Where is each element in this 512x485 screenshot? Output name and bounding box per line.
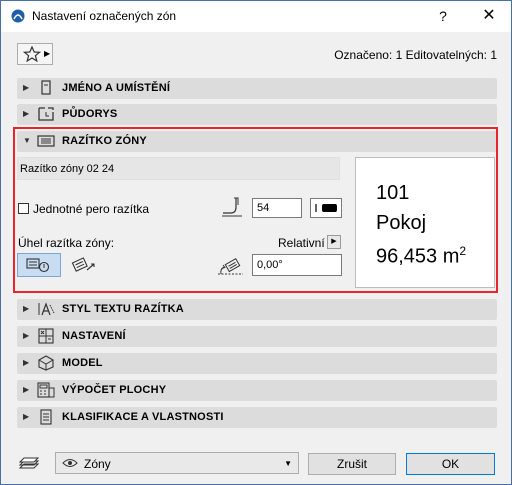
section-label: PŮDORYS	[62, 108, 118, 120]
chevron-down-icon: ▼	[284, 459, 292, 468]
pen-number-field[interactable]: 54	[252, 198, 302, 218]
cancel-button[interactable]: Zrušit	[308, 453, 396, 475]
stamp-rotated-icon	[71, 257, 95, 272]
layer-select[interactable]: Zóny ▼	[55, 452, 299, 474]
preview-area-value: 96,453 m	[376, 245, 460, 268]
section-settings[interactable]: ▶ NASTAVENÍ	[17, 326, 497, 347]
chevron-right-icon: ▶	[23, 412, 30, 421]
eye-icon	[62, 459, 78, 467]
section-model[interactable]: ▶ MODEL	[17, 353, 497, 374]
preview-area-unit-exponent: 2	[459, 244, 467, 258]
chevron-right-icon: ▶	[23, 358, 30, 367]
preview-zone-number: 101	[376, 182, 410, 204]
floorplan-icon	[38, 107, 54, 121]
area-calc-icon	[37, 382, 55, 398]
chevron-right-icon: ▶	[331, 238, 337, 245]
relative-dropdown-button[interactable]: ▶	[327, 235, 341, 249]
preview-zone-area: 96,453 m2	[376, 244, 466, 269]
section-classification[interactable]: ▶ KLASIFIKACE A VLASTNOSTI	[17, 407, 497, 428]
help-button[interactable]: ?	[433, 6, 453, 26]
stamp-angle-label: Úhel razítka zóny:	[18, 236, 115, 250]
section-floorplan[interactable]: ▶ PŮDORYS	[17, 104, 497, 125]
favorites-button[interactable]: ▶	[17, 43, 53, 65]
model-icon	[38, 355, 54, 371]
chevron-right-icon: ▶	[23, 83, 30, 92]
relative-label: Relativní	[278, 236, 325, 250]
app-logo-icon	[11, 9, 25, 23]
chevron-right-icon: ▶	[23, 304, 30, 313]
section-label: VÝPOČET PLOCHY	[62, 384, 167, 396]
marked-status: Označeno: 1 Editovatelných: 1	[334, 48, 497, 62]
section-text-style[interactable]: ▶ STYL TEXTU RAZÍTKA	[17, 299, 497, 320]
preview-zone-name: Pokoj	[376, 212, 427, 234]
angle-value-field[interactable]: 0,00°	[252, 254, 342, 276]
pen-icon	[222, 197, 242, 217]
chevron-right-icon: ▶	[23, 109, 30, 118]
angle-value: 0,00°	[257, 259, 283, 271]
classification-icon	[40, 409, 52, 425]
section-label: STYL TEXTU RAZÍTKA	[62, 303, 184, 315]
dialog-window: Nastavení označených zón ? ✕ ▶ Označeno:…	[0, 0, 512, 485]
uniform-pen-checkbox[interactable]	[18, 203, 29, 214]
name-position-icon	[41, 80, 51, 95]
layers-icon	[18, 457, 40, 469]
text-style-icon	[38, 302, 55, 316]
stamp-name-value: Razítko zóny 02 24	[20, 163, 115, 175]
angle-fixed-button[interactable]	[17, 253, 61, 277]
star-icon	[23, 46, 41, 62]
angle-rotate-button[interactable]	[67, 253, 101, 277]
stamp-name-field[interactable]: Razítko zóny 02 24	[17, 157, 340, 180]
section-label: MODEL	[62, 357, 103, 369]
chevron-right-icon: ▶	[23, 331, 30, 340]
settings-icon	[38, 328, 54, 344]
section-area-calculation[interactable]: ▶ VÝPOČET PLOCHY	[17, 380, 497, 401]
angle-icon	[218, 257, 243, 275]
ok-button[interactable]: OK	[406, 453, 495, 475]
stamp-preview: 101 Pokoj 96,453 m2	[355, 157, 495, 288]
uniform-pen-label: Jednotné pero razítka	[33, 202, 150, 216]
section-name-position[interactable]: ▶ JMÉNO A UMÍSTĚNÍ	[17, 78, 497, 99]
stamp-horizontal-icon	[26, 258, 50, 273]
close-button[interactable]: ✕	[479, 6, 499, 26]
dialog-title: Nastavení označených zón	[32, 9, 177, 23]
chevron-right-icon: ▶	[44, 49, 51, 58]
pen-number-value: 54	[257, 202, 270, 214]
section-label: JMÉNO A UMÍSTĚNÍ	[62, 82, 171, 94]
pen-swatch-icon	[315, 204, 337, 212]
layer-value: Zóny	[84, 457, 111, 471]
section-label: NASTAVENÍ	[62, 330, 126, 342]
section-label: KLASIFIKACE A VLASTNOSTI	[62, 411, 224, 423]
title-bar: Nastavení označených zón ? ✕	[1, 1, 511, 32]
chevron-right-icon: ▶	[23, 385, 30, 394]
pen-color-button[interactable]	[310, 198, 342, 218]
